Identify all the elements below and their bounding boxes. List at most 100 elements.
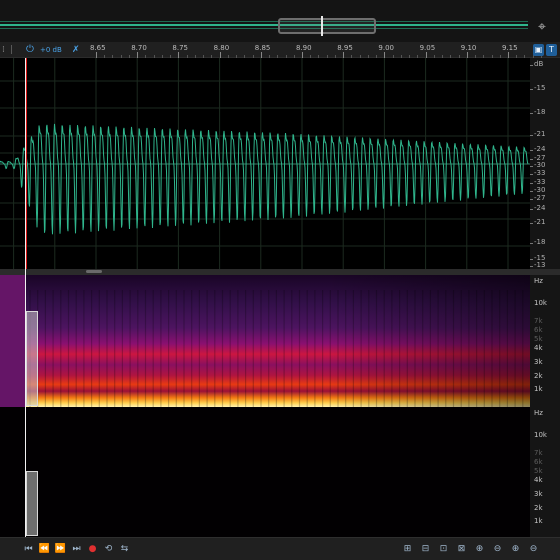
frequency-scale-lower: Hz 10k 7k 6k 5k 4k 3k 2k 1k [530, 407, 560, 537]
time-format-button[interactable]: T [546, 44, 557, 56]
overview-playhead [321, 16, 323, 36]
frequency-label: 3k [534, 358, 543, 366]
crosshair-tool-icon[interactable]: ⌖ [533, 18, 551, 36]
zoom-in-point-button[interactable]: ⊕ [509, 543, 522, 556]
waveform-graph [0, 58, 530, 269]
zoom-out-point-button[interactable]: ⊖ [527, 543, 540, 556]
spectrogram-view-lower[interactable] [0, 407, 530, 537]
db-scale-tick [530, 259, 533, 260]
db-scale-label: -24 [534, 145, 546, 153]
time-tick-label: 8.75 [172, 44, 188, 52]
playhead-line[interactable] [25, 58, 26, 537]
rewind-button[interactable]: ⏪ [38, 543, 51, 556]
db-scale-tick [530, 174, 533, 175]
waveform-view[interactable] [0, 58, 530, 269]
db-scale-label: -15 [534, 84, 546, 92]
spectrogram-graph [0, 275, 530, 407]
spectral-selection-lower[interactable] [26, 471, 38, 536]
time-tick-label: 8.80 [213, 44, 230, 52]
db-scale-label: -33 [534, 169, 546, 177]
go-to-start-button[interactable]: ⏮ [22, 543, 35, 556]
skip-selection-button[interactable]: ⇆ [118, 543, 131, 556]
spectrogram-onset-region [0, 275, 25, 407]
spectrogram-view[interactable] [0, 275, 530, 407]
time-tick-label: 9.00 [378, 44, 394, 52]
overview-track[interactable] [0, 0, 530, 42]
db-scale-tick [530, 159, 533, 160]
overview-navigator[interactable]: ⌖ [0, 0, 560, 42]
db-scale-label: -33 [534, 178, 546, 186]
divider-grip-icon[interactable] [86, 270, 102, 273]
waveform-trace [0, 123, 529, 235]
record-button[interactable]: ● [86, 543, 99, 556]
zoom-in-selection-button[interactable]: ⊡ [437, 543, 450, 556]
time-tick-label: 8.85 [254, 44, 271, 52]
frequency-label: 1k [534, 385, 543, 393]
db-scale-label: -18 [534, 108, 546, 116]
go-to-end-button[interactable]: ⏭ [70, 543, 83, 556]
frequency-label: 6k [534, 458, 543, 466]
ruler-ticks: 8.65 8.70 8.75 8.80 8.85 8.90 8.95 9.00 9.05 9.10… [0, 42, 542, 58]
db-scale-tick [530, 65, 533, 66]
zoom-out-amplitude-button[interactable]: ⊟ [419, 543, 432, 556]
frequency-label: 4k [534, 476, 543, 484]
db-scale-label: -24 [534, 204, 546, 212]
db-scale-tick [530, 113, 533, 114]
db-scale-tick [530, 183, 533, 184]
time-tick-label: 8.95 [337, 44, 353, 52]
time-tick-label: 9.10 [460, 44, 477, 52]
db-scale-tick [530, 209, 533, 210]
frequency-label: Hz [534, 409, 543, 417]
db-scale-tick [530, 191, 533, 192]
spectrogram-fade [25, 275, 530, 407]
overview-waveform [0, 21, 528, 29]
loop-button[interactable]: ⟲ [102, 543, 115, 556]
db-scale-label: -21 [534, 218, 546, 226]
frequency-label: 2k [534, 504, 543, 512]
db-scale-label: -18 [534, 238, 546, 246]
transport-bar: ⏮ ⏪ ⏩ ⏭ ● ⟲ ⇆ ⊞ ⊟ ⊡ ⊠ ⊕ ⊖ ⊕ ⊖ [0, 537, 560, 560]
db-scale-tick [530, 266, 533, 267]
frequency-label: Hz [534, 277, 543, 285]
fast-forward-button[interactable]: ⏩ [54, 543, 67, 556]
view-mode-button[interactable]: ▣ [533, 44, 544, 56]
db-scale-tick [530, 243, 533, 244]
spectral-selection-upper[interactable] [26, 311, 38, 406]
db-scale-tick [530, 223, 533, 224]
db-scale-label: -21 [534, 130, 546, 138]
db-scale-tick [530, 150, 533, 151]
db-scale-label: dB [534, 60, 544, 68]
db-scale-tick [530, 199, 533, 200]
frequency-scale: Hz 10k 7k 6k 5k 4k 3k 2k 1k [530, 275, 560, 407]
zoom-full-button[interactable]: ⊠ [455, 543, 468, 556]
frequency-label: 10k [534, 299, 547, 307]
frequency-label: 6k [534, 326, 543, 334]
frequency-label: 10k [534, 431, 547, 439]
db-scale-label: -30 [534, 186, 546, 194]
frequency-label: 4k [534, 344, 543, 352]
db-scale-label: -13 [534, 261, 546, 269]
db-scale: dB -15 -18 -21 -24 -27 -30 -33 -33 -30 -27 -24 -21 -1… [530, 58, 560, 269]
frequency-label: 5k [534, 335, 543, 343]
ruler-right-controls: ▣ T [531, 43, 560, 57]
frequency-label: 2k [534, 372, 543, 380]
zoom-out-time-button[interactable]: ⊖ [491, 543, 504, 556]
db-scale-tick [530, 135, 533, 136]
time-ruler[interactable]: ⁞ | ⏻ +0 dB ✗ 8.65 8.70 8.75 8.80 8.85 8.90 8.… [0, 42, 560, 58]
frequency-label: 7k [534, 449, 543, 457]
time-tick-label: 8.70 [131, 44, 147, 52]
frequency-label: 3k [534, 490, 543, 498]
db-scale-label: -27 [534, 194, 546, 202]
db-scale-tick [530, 89, 533, 90]
time-tick-label: 8.90 [296, 44, 312, 52]
db-scale-label: -30 [534, 161, 546, 169]
time-tick-label: 9.15 [502, 44, 518, 52]
zoom-in-amplitude-button[interactable]: ⊞ [401, 543, 414, 556]
zoom-in-time-button[interactable]: ⊕ [473, 543, 486, 556]
frequency-label: 5k [534, 467, 543, 475]
frequency-label: 7k [534, 317, 543, 325]
overview-viewport-handle[interactable] [278, 18, 376, 34]
time-tick-label: 9.05 [419, 44, 436, 52]
time-tick-label: 8.65 [90, 44, 106, 52]
db-scale-tick [530, 166, 533, 167]
